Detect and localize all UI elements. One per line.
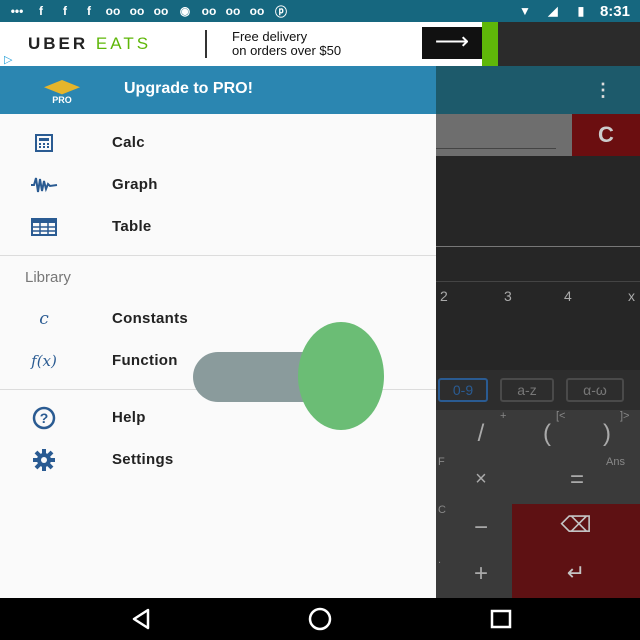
drawer-divider: [0, 255, 436, 256]
pro-badge-text: PRO: [52, 95, 72, 105]
menu-item-label: Calc: [112, 134, 145, 151]
backspace-key[interactable]: ⌫: [512, 504, 640, 550]
voicemail-icon: oo: [129, 4, 145, 18]
voicemail-icon: oo: [225, 4, 241, 18]
signal-icon: ◢: [548, 4, 558, 18]
upgrade-label: Upgrade to PRO!: [124, 80, 253, 97]
graduation-cap-icon: PRO: [40, 80, 84, 110]
ad-brand-first: UBER: [28, 34, 89, 53]
ad-line-1: Free delivery: [232, 29, 308, 44]
recents-button[interactable]: [486, 606, 516, 632]
notification-icons: ••• f f f oo oo oo ◉ oo oo oo ⓟ: [8, 2, 290, 20]
graph-tick-label: 2: [440, 288, 448, 304]
table-icon: [28, 214, 60, 240]
menu-item-label: Constants: [112, 310, 189, 327]
key-open-paren[interactable]: (: [532, 420, 562, 448]
ad-accent-bar: [482, 22, 498, 66]
graph-tick-label: 4: [564, 288, 572, 304]
key-equals[interactable]: =: [562, 466, 592, 494]
input-underline: [436, 148, 556, 149]
key-divide[interactable]: /: [466, 420, 496, 448]
status-bar: ••• f f f oo oo oo ◉ oo oo oo ⓟ ▼ ◢ ▮ 8:…: [0, 0, 640, 22]
tab-digits[interactable]: 0-9: [438, 378, 488, 402]
app-toolbar: ⋮: [436, 66, 640, 114]
wifi-icon: ▼: [519, 4, 531, 18]
key-times[interactable]: ×: [466, 468, 496, 491]
expression-input[interactable]: [436, 114, 572, 156]
menu-item-table[interactable]: Table: [0, 206, 436, 248]
key-hint: +: [500, 410, 507, 422]
key-hint: .: [438, 554, 442, 566]
facebook-icon: f: [87, 4, 91, 18]
facebook-icon: f: [63, 4, 67, 18]
tab-greek[interactable]: α-ω: [566, 378, 624, 402]
key-plus[interactable]: +: [466, 560, 496, 588]
touch-indicator: [298, 322, 384, 430]
graph-gridline: [436, 281, 640, 282]
key-hint: Ans: [606, 456, 625, 468]
facebook-icon: f: [39, 4, 43, 18]
menu-item-calc[interactable]: Calc: [0, 122, 436, 164]
keypad: + [< ]> / ( ) F Ans × = C ⌫ − . ↵ +: [436, 410, 640, 598]
ad-brand-logo: UBER EATS: [28, 34, 151, 54]
home-button[interactable]: [305, 606, 335, 632]
graph-axis-line: [436, 246, 640, 247]
graph-tick-label: 3: [504, 288, 512, 304]
ad-text: Free delivery on orders over $50: [232, 30, 341, 58]
tab-letters[interactable]: a-z: [500, 378, 554, 402]
more-icon: •••: [10, 4, 24, 18]
clock: 8:31: [599, 2, 630, 20]
key-close-paren[interactable]: ): [592, 420, 622, 448]
battery-charging-icon: ▮: [577, 4, 585, 18]
menu-item-label: Settings: [112, 451, 174, 468]
function-icon: f(x): [31, 352, 57, 370]
graph-icon: [28, 172, 60, 198]
voicemail-icon: oo: [153, 4, 169, 18]
ad-line-2: on orders over $50: [232, 43, 342, 58]
menu-item-constants[interactable]: c Constants: [0, 298, 436, 340]
system-icons: ▼ ◢ ▮ 8:31: [516, 2, 630, 20]
svg-text:?: ?: [40, 410, 49, 426]
graph-area[interactable]: 2 3 4 x: [436, 156, 640, 370]
constants-icon: c: [39, 309, 49, 329]
ad-banner[interactable]: UBER EATS Free delivery on orders over $…: [0, 22, 498, 66]
menu-item-label: Help: [112, 409, 146, 426]
adchoices-icon[interactable]: ▷: [4, 53, 12, 66]
keyboard-tabs: 0-9 a-z α-ω: [436, 370, 640, 410]
overflow-menu-icon[interactable]: ⋮: [594, 80, 612, 101]
menu-item-label: Table: [112, 218, 152, 235]
key-minus[interactable]: −: [466, 514, 496, 542]
key-hint: C: [438, 504, 446, 516]
pinterest-icon: ⓟ: [274, 4, 287, 19]
key-hint: F: [438, 456, 445, 468]
ad-arrow-button[interactable]: ⟶: [422, 27, 482, 59]
upgrade-pro-banner[interactable]: PRO Upgrade to PRO!: [0, 66, 436, 114]
menu-item-label: Function: [112, 352, 178, 369]
back-button[interactable]: [126, 606, 156, 632]
enter-key[interactable]: ↵: [512, 550, 640, 598]
enter-icon: ↵: [566, 560, 586, 585]
help-icon: ?: [28, 405, 60, 431]
menu-item-graph[interactable]: Graph: [0, 164, 436, 206]
library-section-label: Library: [25, 269, 71, 286]
voicemail-icon: oo: [201, 4, 217, 18]
backspace-icon: ⌫: [560, 512, 592, 537]
beeline-icon: ◉: [179, 4, 191, 18]
navigation-bar: [0, 598, 640, 640]
voicemail-icon: oo: [249, 4, 265, 18]
calculator-icon: [28, 130, 60, 156]
voicemail-icon: oo: [105, 4, 121, 18]
navigation-drawer: PRO Upgrade to PRO! Calc Graph Table Lib…: [0, 66, 436, 598]
graph-tick-label: x: [628, 288, 635, 304]
clear-button[interactable]: C: [572, 114, 640, 156]
ad-divider: [205, 30, 207, 58]
ad-brand-second: EATS: [95, 34, 152, 53]
settings-icon: [28, 447, 60, 473]
menu-item-label: Graph: [112, 176, 158, 193]
menu-item-settings[interactable]: Settings: [0, 439, 436, 481]
